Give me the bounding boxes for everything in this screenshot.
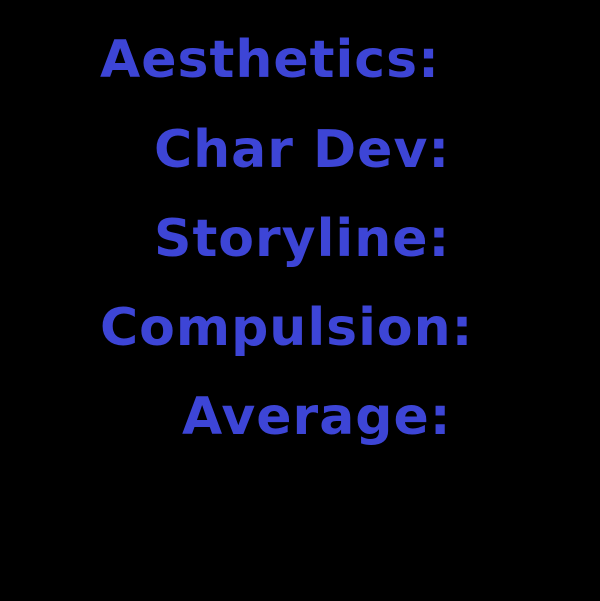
rating-card: Aesthetics: Char Dev: Storyline: Compuls… (0, 0, 600, 601)
average-label: Average: (182, 387, 452, 447)
compulsion-label: Compulsion: (100, 298, 474, 358)
storyline-label: Storyline: (154, 209, 451, 269)
char-dev-label: Char Dev: (154, 120, 451, 180)
aesthetics-label: Aesthetics: (100, 30, 440, 90)
